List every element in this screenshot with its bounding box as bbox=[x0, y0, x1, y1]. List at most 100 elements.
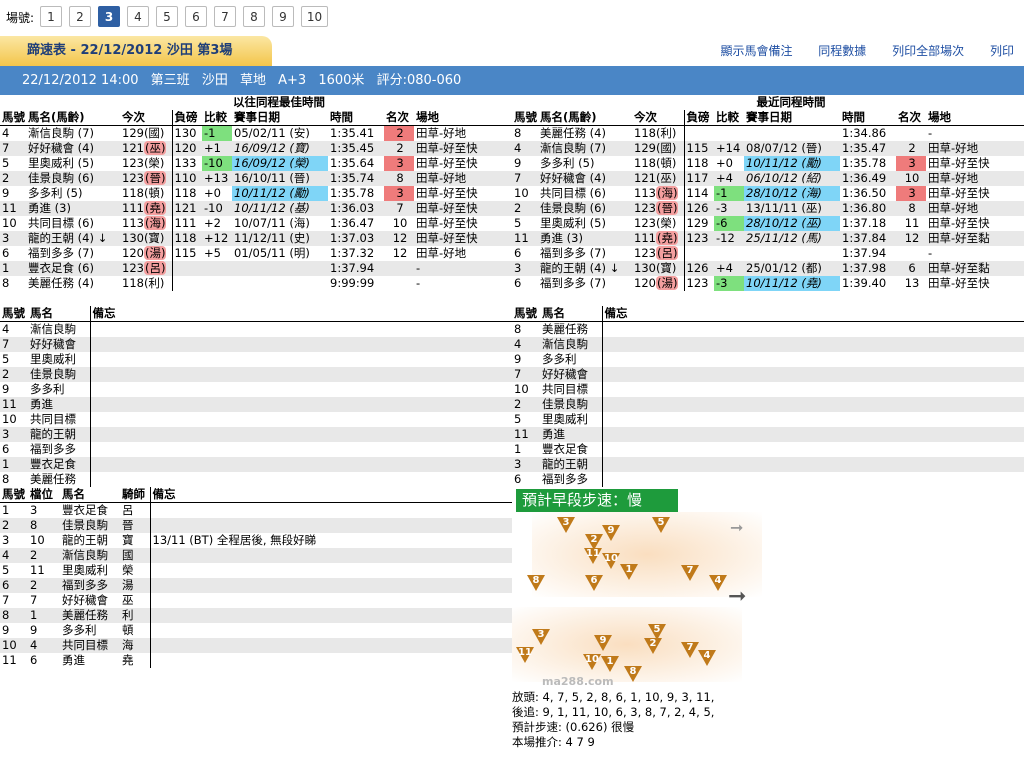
race-button-3[interactable]: 3 bbox=[98, 6, 120, 27]
recent-cell-place: 2 bbox=[896, 141, 927, 156]
same-distance-data-link[interactable]: 同程數據 bbox=[818, 44, 866, 58]
recent-cell-diff: -12 bbox=[714, 231, 745, 246]
race-button-2[interactable]: 2 bbox=[69, 6, 91, 27]
recent-cell-today: 118(利) bbox=[634, 126, 677, 140]
best-cell-place bbox=[384, 276, 414, 291]
best-cell-track: 田草-好地 bbox=[414, 171, 513, 186]
recent-cell-place bbox=[896, 246, 926, 261]
draw-memo bbox=[149, 563, 512, 578]
race-button-1[interactable]: 1 bbox=[40, 6, 62, 27]
horse-name: 里奧威利 bbox=[30, 352, 76, 366]
recent-cell-weight: 115 bbox=[683, 141, 715, 156]
race-button-8[interactable]: 8 bbox=[243, 6, 265, 27]
print-all-races-link[interactable]: 列印全部場次 bbox=[892, 44, 964, 58]
front-marker-4: 4 bbox=[709, 575, 727, 591]
table-row: 4 漸信良駒 (7) 129(國) 130 -1 05/02/11 (安) 1:35.41 2… bbox=[0, 125, 512, 141]
memo-cell bbox=[601, 367, 1024, 382]
recent-cell-name: 多多利 (5) bbox=[540, 156, 595, 170]
recent-cell-no: 11 bbox=[512, 231, 538, 246]
front-marker-10: 10 bbox=[602, 553, 620, 569]
recent-cell-time: 1:36.50 bbox=[842, 186, 887, 200]
front-marker-9: 9 bbox=[602, 525, 620, 541]
recent-header-date: 賽事日期 bbox=[744, 110, 841, 126]
today-weight: 123 bbox=[634, 201, 656, 215]
best-cell-time: 1:37.32 bbox=[330, 246, 375, 260]
today-weight: 121 bbox=[122, 141, 144, 155]
best-cell-place: 12 bbox=[392, 246, 408, 260]
best-cell-no: 3 bbox=[0, 231, 26, 246]
race-rating: 評分:080-060 bbox=[376, 73, 462, 88]
draw-jockey: 寶 bbox=[122, 533, 134, 547]
recent-cell-diff: -3 bbox=[714, 201, 745, 216]
race-course: A+3 bbox=[278, 73, 307, 88]
draw-memo bbox=[149, 518, 512, 533]
marker-number: 3 bbox=[562, 517, 570, 528]
race-button-4[interactable]: 4 bbox=[127, 6, 149, 27]
best-cell-place: 2 bbox=[384, 125, 415, 141]
best-cell-place: 8 bbox=[384, 171, 415, 186]
best-cell-diff: +1 bbox=[202, 141, 233, 156]
best-cell-track: - bbox=[414, 261, 513, 276]
draw-horse-name: 好好穢會 bbox=[62, 593, 108, 607]
recent-cell-today: 129(國) bbox=[632, 141, 685, 156]
best-cell-place: 12 bbox=[384, 231, 415, 246]
recent-cell-no: 3 bbox=[512, 261, 538, 276]
horse-number: 5 bbox=[2, 352, 10, 366]
pace-closers: 後追: 9, 1, 11, 10, 6, 3, 8, 7, 2, 4, 5, bbox=[512, 705, 715, 719]
best-header-time: 時間 bbox=[328, 110, 385, 126]
horse-name: 共同目標 bbox=[30, 412, 76, 426]
recent-cell-weight: 123 bbox=[683, 276, 715, 291]
best-cell-today: 123(呂) bbox=[120, 261, 173, 276]
draw-horse-number: 8 bbox=[0, 608, 28, 623]
draw-table: 馬號 檔位 馬名 騎師 備忘 1 3 豐衣足食呂 2 8 佳景良駒晉 3 10 龍的王朝寶 13/11 (B… bbox=[0, 487, 512, 668]
draw-gate: 9 bbox=[30, 623, 38, 637]
best-cell-today: 118(利) bbox=[122, 276, 165, 290]
best-cell-time: 1:35.78 bbox=[330, 186, 375, 200]
horse-name: 美麗任務 bbox=[542, 322, 588, 336]
recent-cell-weight: 123 bbox=[683, 231, 715, 246]
best-cell-date: 11/12/11 (史) bbox=[232, 231, 329, 246]
race-button-5[interactable]: 5 bbox=[156, 6, 178, 27]
today-weight: 120 bbox=[122, 246, 144, 260]
show-jockey-club-notes-link[interactable]: 顯示馬會備注 bbox=[720, 44, 792, 58]
table-row: 4 2 漸信良駒國 bbox=[0, 548, 512, 563]
memo-cell bbox=[89, 412, 512, 427]
table-row: 2 佳景良駒 bbox=[0, 367, 512, 382]
recent-cell-today: 123(晉) bbox=[632, 201, 685, 216]
marker-number: 11 bbox=[518, 647, 532, 658]
best-cell-no: 8 bbox=[2, 276, 10, 290]
race-class: 第三班 bbox=[150, 73, 190, 88]
back-marker-1: 1 bbox=[601, 656, 619, 672]
best-cell-date: 16/09/12 (榮) bbox=[232, 156, 329, 171]
best-cell-today: 111(堯) bbox=[120, 201, 173, 216]
table-row: 8 美麗任務 bbox=[512, 321, 1024, 337]
today-weight: 123 bbox=[634, 246, 656, 260]
best-cell-no: 11 bbox=[0, 201, 26, 216]
best-cell-no: 5 bbox=[2, 156, 10, 170]
best-cell-track: 田草-好至快 bbox=[416, 156, 478, 170]
recent-cell-date: 06/10/12 (紹) bbox=[744, 171, 841, 186]
table-row: 6 福到多多 (7) 120(湯) 123 -3 10/11/12 (堯) 1:39.40 1… bbox=[512, 276, 1024, 291]
table-row: 5 里奧威利 bbox=[512, 412, 1024, 427]
race-button-9[interactable]: 9 bbox=[272, 6, 294, 27]
horse-name: 勇進 bbox=[28, 397, 90, 412]
today-weight: 113 bbox=[634, 186, 656, 200]
front-marker-3: 3 bbox=[557, 517, 575, 533]
marker-number: 1 bbox=[625, 564, 633, 575]
race-button-10[interactable]: 10 bbox=[301, 6, 328, 27]
print-link[interactable]: 列印 bbox=[990, 44, 1014, 58]
watermark: ma288.com bbox=[542, 675, 614, 688]
table-row: 3 龍的王朝 bbox=[0, 427, 512, 442]
horse-name: 龍的王朝 bbox=[28, 427, 90, 442]
table-row: 6 2 福到多多湯 bbox=[0, 578, 512, 593]
race-button-7[interactable]: 7 bbox=[214, 6, 236, 27]
table-row: 3 龍的王朝 bbox=[512, 457, 1024, 472]
best-header-place: 名次 bbox=[384, 110, 415, 126]
table-row: 3 龍的王朝 (4) ↓ 130(寶) 118 +12 11/12/11 (史) 1:37.… bbox=[0, 231, 513, 246]
memo-cell bbox=[601, 321, 1024, 337]
notes_right-header-1: 馬名 bbox=[540, 306, 602, 322]
race-button-6[interactable]: 6 bbox=[185, 6, 207, 27]
recent-cell-diff bbox=[714, 246, 744, 261]
recent-header-time: 時間 bbox=[840, 110, 897, 126]
table-row: 1 3 豐衣足食呂 bbox=[0, 502, 512, 518]
